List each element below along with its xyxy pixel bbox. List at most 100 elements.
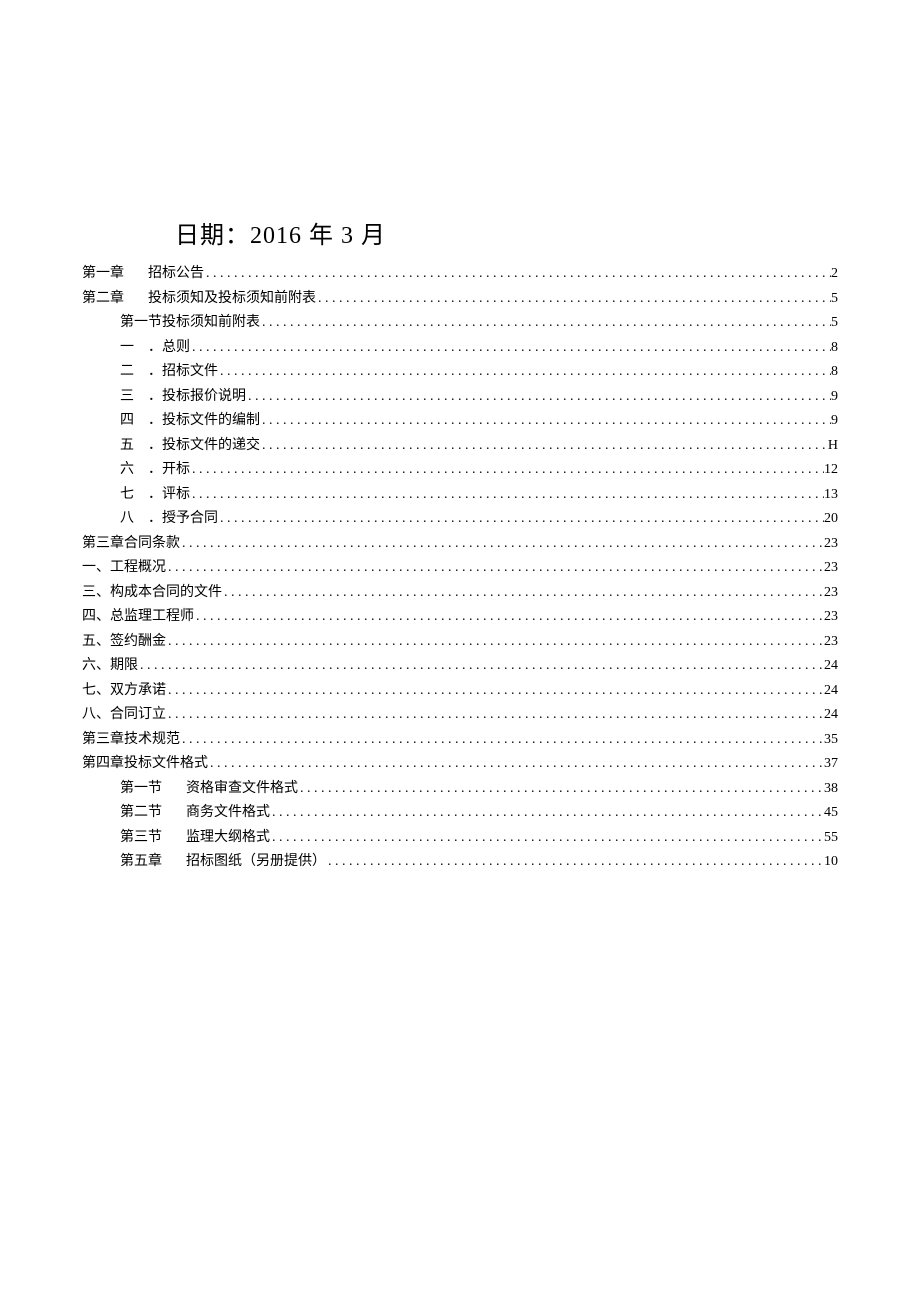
- toc-entry: 第三章合同条款 23: [82, 532, 838, 557]
- toc-leader-dots: [260, 409, 831, 434]
- toc-entry: 第五章招标图纸（另册提供） 10: [82, 850, 838, 875]
- toc-leader-dots: [194, 605, 824, 630]
- toc-page-number: 45: [824, 801, 838, 826]
- toc-page-number: 24: [824, 654, 838, 679]
- toc-page-number: 23: [824, 556, 838, 581]
- toc-label: 六、期限: [82, 654, 138, 679]
- toc-page-number: 2: [831, 262, 838, 287]
- toc-page-number: 55: [824, 826, 838, 851]
- toc-label: 五、签约酬金: [82, 630, 166, 655]
- toc-leader-dots: [298, 777, 824, 802]
- toc-leader-dots: [270, 801, 824, 826]
- toc-entry: 第二节商务文件格式 45: [82, 801, 838, 826]
- toc-entry: 第一节资格审查文件格式 38: [82, 777, 838, 802]
- toc-entry: 第三节监理大纲格式 55: [82, 826, 838, 851]
- toc-page-number: 38: [824, 777, 838, 802]
- toc-page-number: 35: [824, 728, 838, 753]
- toc-page-number: 13: [824, 483, 838, 508]
- toc-leader-dots: [246, 385, 831, 410]
- toc-label: 一．总则: [120, 336, 190, 361]
- toc-page-number: 8: [831, 360, 838, 385]
- toc-leader-dots: [166, 630, 824, 655]
- toc-entry: 一．总则 8: [82, 336, 838, 361]
- toc-leader-dots: [166, 703, 824, 728]
- toc-entry: 一、工程概况 23: [82, 556, 838, 581]
- toc-page-number: 20: [824, 507, 838, 532]
- toc-label: 四、总监理工程师: [82, 605, 194, 630]
- toc-leader-dots: [260, 311, 831, 336]
- toc-entry: 五、签约酬金 23: [82, 630, 838, 655]
- toc-leader-dots: [190, 336, 831, 361]
- toc-label: 五．投标文件的递交: [120, 434, 260, 459]
- page-title: 日期：2016 年 3 月: [175, 215, 838, 250]
- toc-entry: 三．投标报价说明 9: [82, 385, 838, 410]
- toc-label: 第三章合同条款: [82, 532, 180, 557]
- toc-page-number: 12: [824, 458, 838, 483]
- toc-label: 四．投标文件的编制: [120, 409, 260, 434]
- toc-label: 六．开标: [120, 458, 190, 483]
- toc-leader-dots: [180, 728, 824, 753]
- toc-page-number: 9: [831, 409, 838, 434]
- toc-page-number: 24: [824, 703, 838, 728]
- toc-leader-dots: [190, 483, 824, 508]
- toc-entry: 四、总监理工程师 23: [82, 605, 838, 630]
- toc-leader-dots: [166, 556, 824, 581]
- toc-page-number: 23: [824, 581, 838, 606]
- toc-label: 三、构成本合同的文件: [82, 581, 222, 606]
- toc-leader-dots: [260, 434, 828, 459]
- toc-entry: 第四章投标文件格式 37: [82, 752, 838, 777]
- toc-page-number: 5: [831, 287, 838, 312]
- toc-leader-dots: [208, 752, 824, 777]
- toc-leader-dots: [222, 581, 824, 606]
- toc-leader-dots: [190, 458, 824, 483]
- toc-entry: 六．开标 12: [82, 458, 838, 483]
- toc-entry: 第一节投标须知前附表 5: [82, 311, 838, 336]
- toc-label: 二．招标文件: [120, 360, 218, 385]
- toc-entry: 八．授予合同 20: [82, 507, 838, 532]
- toc-leader-dots: [138, 654, 824, 679]
- toc-page-number: 5: [831, 311, 838, 336]
- toc-entry: 四．投标文件的编制 9: [82, 409, 838, 434]
- toc-entry: 三、构成本合同的文件 23: [82, 581, 838, 606]
- toc-label: 第三章技术规范: [82, 728, 180, 753]
- toc-entry: 五．投标文件的递交 H: [82, 434, 838, 459]
- toc-page-number: 23: [824, 605, 838, 630]
- toc-page-number: H: [828, 434, 838, 459]
- toc-label: 一、工程概况: [82, 556, 166, 581]
- toc-page-number: 23: [824, 630, 838, 655]
- toc-label: 七．评标: [120, 483, 190, 508]
- toc-page-number: 37: [824, 752, 838, 777]
- toc-leader-dots: [316, 287, 831, 312]
- toc-leader-dots: [218, 507, 824, 532]
- toc-page-number: 24: [824, 679, 838, 704]
- toc-label: 第四章投标文件格式: [82, 752, 208, 777]
- toc-leader-dots: [204, 262, 831, 287]
- toc-label: 八．授予合同: [120, 507, 218, 532]
- toc-label: 第二节商务文件格式: [120, 801, 270, 826]
- table-of-contents: 第一章招标公告 2 第二章投标须知及投标须知前附表 5 第一节投标须知前附表 5 一．总则 8…: [82, 262, 838, 875]
- toc-leader-dots: [180, 532, 824, 557]
- toc-leader-dots: [326, 850, 824, 875]
- toc-label: 第五章招标图纸（另册提供）: [120, 850, 326, 875]
- toc-leader-dots: [270, 826, 824, 851]
- toc-entry: 八、合同订立 24: [82, 703, 838, 728]
- toc-label: 第二章投标须知及投标须知前附表: [82, 287, 316, 312]
- toc-page-number: 8: [831, 336, 838, 361]
- toc-entry: 第三章技术规范 35: [82, 728, 838, 753]
- toc-label: 三．投标报价说明: [120, 385, 246, 410]
- toc-leader-dots: [166, 679, 824, 704]
- toc-entry: 七．评标 13: [82, 483, 838, 508]
- toc-label: 第一节投标须知前附表: [120, 311, 260, 336]
- toc-page-number: 23: [824, 532, 838, 557]
- toc-leader-dots: [218, 360, 831, 385]
- toc-label: 八、合同订立: [82, 703, 166, 728]
- toc-entry: 二．招标文件 8: [82, 360, 838, 385]
- toc-page-number: 10: [824, 850, 838, 875]
- toc-label: 第一章招标公告: [82, 262, 204, 287]
- toc-label: 第一节资格审查文件格式: [120, 777, 298, 802]
- toc-entry: 第一章招标公告 2: [82, 262, 838, 287]
- toc-page-number: 9: [831, 385, 838, 410]
- toc-label: 七、双方承诺: [82, 679, 166, 704]
- toc-label: 第三节监理大纲格式: [120, 826, 270, 851]
- toc-entry: 六、期限 24: [82, 654, 838, 679]
